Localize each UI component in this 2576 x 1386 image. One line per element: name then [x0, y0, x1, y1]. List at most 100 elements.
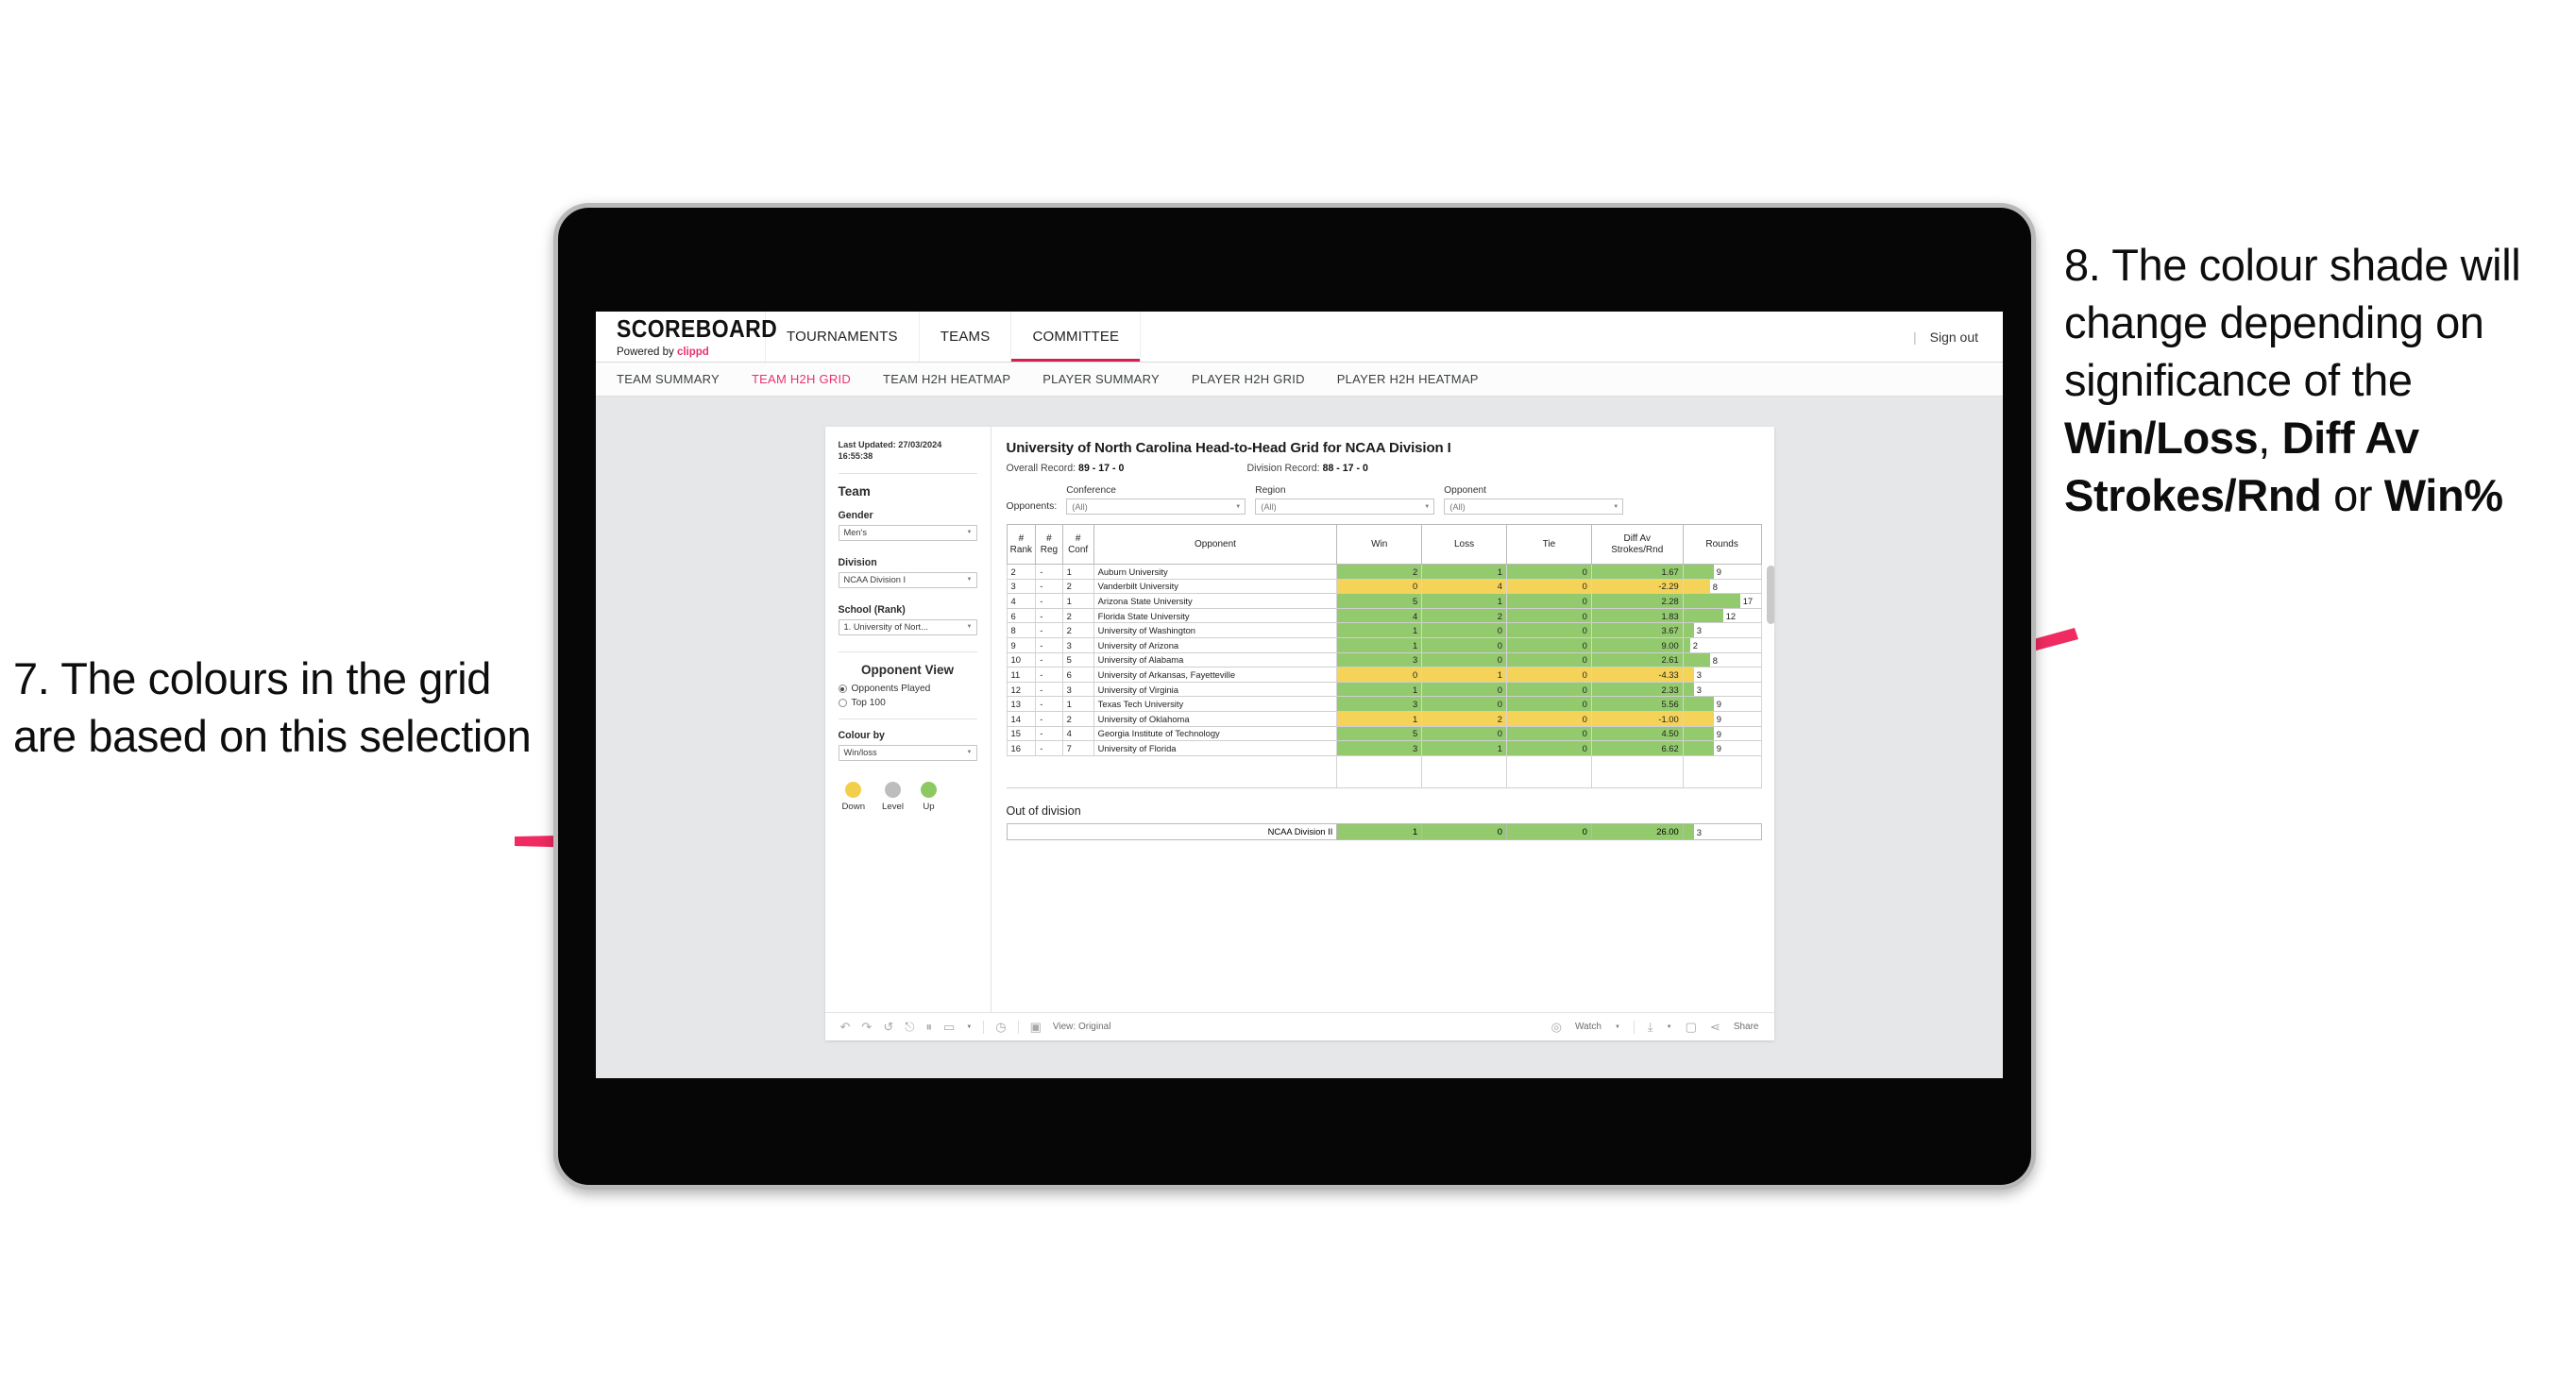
- cell-opponent: University of Washington: [1093, 622, 1338, 638]
- filter-select-conference[interactable]: (All) ▼: [1066, 499, 1246, 515]
- colour-by-select[interactable]: Win/loss ▼: [838, 744, 977, 761]
- filter-value-region: (All): [1261, 501, 1277, 512]
- visualization-container: Last Updated: 27/03/2024 16:55:38 Team G…: [824, 427, 1774, 1040]
- cell-loss: 4: [1421, 579, 1507, 595]
- cell-reg: -: [1035, 593, 1063, 609]
- division-record: Division Record: 88 - 17 - 0: [1247, 463, 1368, 474]
- table-row[interactable]: 3-2 Vanderbilt University 0 4 0 -2.29 8: [1006, 579, 1762, 595]
- nav-item-teams[interactable]: TEAMS: [920, 312, 1012, 362]
- radio-opponents-played[interactable]: Opponents Played: [838, 684, 977, 694]
- cell-conf: 2: [1061, 711, 1094, 727]
- table-row[interactable]: 6-2 Florida State University 4 2 0 1.83 12: [1006, 608, 1762, 624]
- gender-select[interactable]: Men's ▼: [838, 524, 977, 541]
- cell-opponent: University of Arizona: [1093, 637, 1338, 653]
- cell-diff: 2.33: [1590, 682, 1684, 698]
- table-row[interactable]: 4-1 Arizona State University 5 1 0 2.28 17: [1006, 593, 1762, 609]
- watch-icon[interactable]: ◎: [1551, 1020, 1562, 1035]
- th-conf[interactable]: # Conf: [1061, 524, 1094, 565]
- table-row[interactable]: 11-6 University of Arkansas, Fayetteville…: [1006, 667, 1762, 683]
- subnav-item-team-h2h-heatmap[interactable]: TEAM H2H HEATMAP: [883, 372, 1010, 386]
- subnav-item-player-h2h-grid[interactable]: PLAYER H2H GRID: [1192, 372, 1305, 386]
- division-select[interactable]: NCAA Division I ▼: [838, 571, 977, 588]
- subnav-item-team-summary[interactable]: TEAM SUMMARY: [617, 372, 720, 386]
- rounds-value: 9: [1716, 713, 1721, 724]
- rounds-bar: [1684, 565, 1714, 579]
- table-row[interactable]: 15-4 Georgia Institute of Technology 5 0 0 4.…: [1006, 726, 1762, 742]
- signout-link[interactable]: Sign out: [1930, 330, 1978, 345]
- colour-legend: Down Level Up: [839, 781, 977, 812]
- revert-icon[interactable]: ↺: [883, 1020, 893, 1035]
- refresh-data-icon[interactable]: ⎋: [905, 1020, 914, 1035]
- brand-logo[interactable]: SCOREBOARD Powered by clippd: [596, 312, 777, 362]
- cell-tie: 0: [1505, 637, 1592, 653]
- out-of-division-row[interactable]: NCAA Division II 1 0 0 26.00 3: [1006, 822, 1762, 840]
- dashboard-canvas: Last Updated: 27/03/2024 16:55:38 Team G…: [596, 397, 2003, 1078]
- signout-area[interactable]: | Sign out: [1913, 312, 2003, 362]
- cell-tie: 0: [1505, 696, 1592, 712]
- th-rank[interactable]: # Rank: [1006, 524, 1037, 565]
- division-record-label: Division Record:: [1246, 463, 1323, 474]
- cell-rank: 14: [1006, 711, 1037, 727]
- device-layout-icon[interactable]: ▢: [1686, 1020, 1697, 1035]
- overall-record: Overall Record: 89 - 17 - 0: [1007, 463, 1247, 474]
- clock-icon[interactable]: ◷: [995, 1020, 1006, 1035]
- filter-select-region[interactable]: (All) ▼: [1255, 499, 1435, 515]
- table-row[interactable]: 2-1 Auburn University 2 1 0 1.67 9: [1006, 564, 1762, 580]
- th-diff[interactable]: Diff Av Strokes/Rnd: [1590, 524, 1684, 565]
- cell-diff: 4.50: [1590, 726, 1684, 742]
- rounds-bar: [1684, 741, 1714, 755]
- table-vertical-scrollbar[interactable]: [1766, 566, 1774, 624]
- table-row[interactable]: 16-7 University of Florida 3 1 0 6.62 9: [1006, 740, 1762, 756]
- chevron-down-icon[interactable]: ▼: [1615, 1024, 1620, 1030]
- cell-tie: 0: [1505, 740, 1592, 756]
- rounds-bar: [1684, 594, 1740, 608]
- table-row[interactable]: 13-1 Texas Tech University 3 0 0 5.56 9: [1006, 696, 1762, 712]
- cell-tie: 0: [1505, 622, 1592, 638]
- table-row[interactable]: 14-2 University of Oklahoma 1 2 0 -1.00 9: [1006, 711, 1762, 727]
- toolbar-separator-3: [1633, 1020, 1635, 1034]
- cell-win: 1: [1336, 711, 1423, 727]
- table-row[interactable]: 8-2 University of Washington 1 0 0 3.67 3: [1006, 622, 1762, 638]
- rounds-value: 8: [1712, 654, 1718, 666]
- table-row[interactable]: 12-3 University of Virginia 1 0 0 2.33 3: [1006, 682, 1762, 698]
- filter-label-region: Region: [1255, 485, 1286, 496]
- cell-diff: 5.56: [1590, 696, 1684, 712]
- th-reg[interactable]: # Reg: [1035, 524, 1063, 565]
- th-opponent[interactable]: Opponent: [1093, 524, 1338, 565]
- toolbar-right-group: ◎ Watch ▼ ⤓ ▼ ▢ ⋖ Share: [1551, 1020, 1759, 1035]
- th-win[interactable]: Win: [1336, 524, 1423, 565]
- subnav-item-team-h2h-grid[interactable]: TEAM H2H GRID: [752, 372, 851, 386]
- th-rounds[interactable]: Rounds: [1682, 524, 1762, 565]
- watch-label[interactable]: Watch: [1575, 1022, 1602, 1032]
- cell-rounds: 3: [1682, 682, 1762, 698]
- rounds-bar: [1684, 623, 1694, 637]
- chevron-down-icon[interactable]: ▼: [966, 1024, 972, 1030]
- nav-item-committee[interactable]: COMMITTEE: [1011, 312, 1142, 362]
- school-rank-select[interactable]: 1. University of Nort... ▼: [838, 618, 977, 635]
- subnav-item-player-summary[interactable]: PLAYER SUMMARY: [1042, 372, 1160, 386]
- custom-view-icon[interactable]: ▭: [943, 1020, 955, 1035]
- nav-item-tournaments[interactable]: TOURNAMENTS: [766, 312, 920, 362]
- th-tie[interactable]: Tie: [1505, 524, 1592, 565]
- legend-item-level: Level: [882, 781, 904, 812]
- pause-updates-icon[interactable]: ⏸: [926, 1020, 933, 1035]
- view-original-label[interactable]: View: Original: [1053, 1022, 1111, 1032]
- rounds-bar: [1684, 711, 1714, 726]
- subnav-item-player-h2h-heatmap[interactable]: PLAYER H2H HEATMAP: [1337, 372, 1479, 386]
- cell-reg: -: [1035, 726, 1063, 742]
- division-record-value: 88 - 17 - 0: [1322, 463, 1368, 474]
- share-icon[interactable]: ⋖: [1710, 1020, 1720, 1035]
- th-loss[interactable]: Loss: [1421, 524, 1507, 565]
- cell-loss: 0: [1421, 637, 1507, 653]
- h2h-grid-table: # Rank # Reg # Conf Opponent Win Loss Tie D…: [1006, 524, 1762, 788]
- cell-rank: 8: [1006, 622, 1037, 638]
- undo-icon[interactable]: ↶: [840, 1020, 851, 1035]
- share-label[interactable]: Share: [1734, 1022, 1759, 1032]
- chevron-down-icon[interactable]: ▼: [1667, 1024, 1672, 1030]
- radio-top-100[interactable]: Top 100: [838, 698, 977, 708]
- redo-icon[interactable]: ↷: [861, 1020, 872, 1035]
- download-icon[interactable]: ⤓: [1648, 1020, 1653, 1035]
- table-row[interactable]: 10-5 University of Alabama 3 0 0 2.61 8: [1006, 652, 1762, 668]
- filter-select-opponent[interactable]: (All) ▼: [1444, 499, 1624, 515]
- table-row[interactable]: 9-3 University of Arizona 1 0 0 9.00 2: [1006, 637, 1762, 653]
